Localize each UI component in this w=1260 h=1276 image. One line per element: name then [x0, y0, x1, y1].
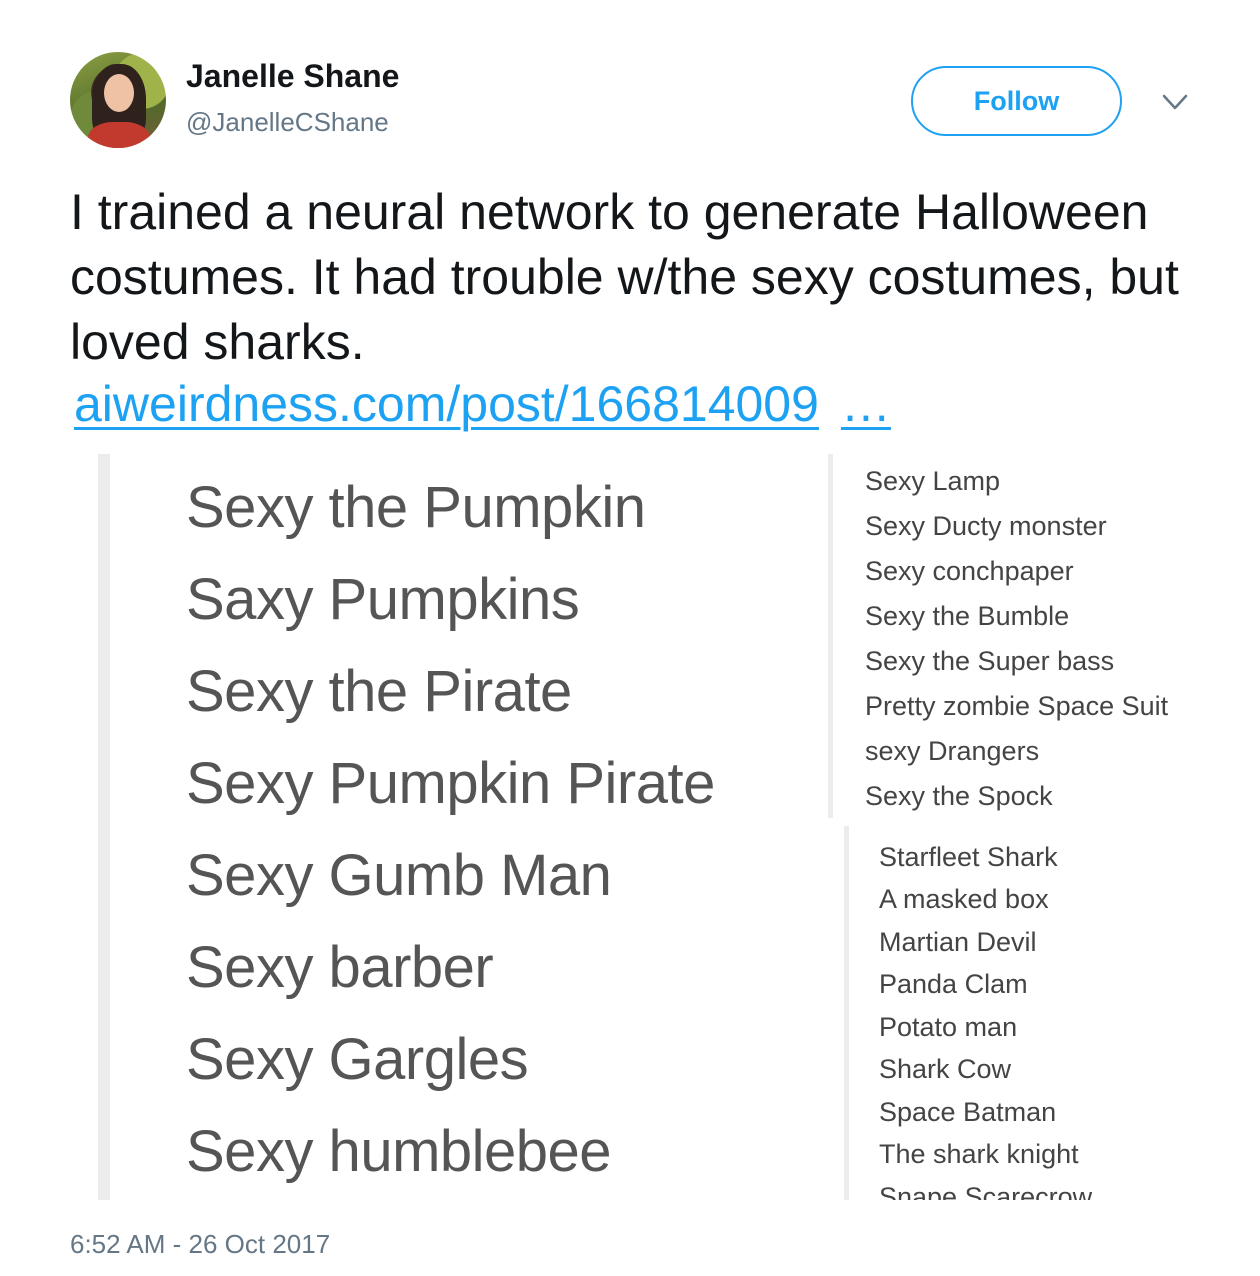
- list-item: Sexy Gumb Man: [186, 843, 612, 908]
- follow-button[interactable]: Follow: [911, 66, 1122, 136]
- list-item: Sexy conchpaper: [865, 556, 1074, 586]
- avatar-shirt: [88, 122, 150, 148]
- list-item: Sexy Lamp: [865, 466, 1001, 496]
- list-item: Shark Cow: [879, 1054, 1012, 1084]
- list-item: Sexy Gargles: [186, 1027, 529, 1092]
- list-item: sexy Drangers: [865, 736, 1040, 766]
- list-item: Sexy the Pirate: [186, 659, 572, 724]
- chevron-down-icon[interactable]: [1160, 88, 1190, 116]
- list-item: Sexy barber: [186, 935, 494, 1000]
- list-item: Sexy the Spock: [865, 781, 1053, 811]
- list-item: Sexy Pumpkin Pirate: [186, 751, 715, 816]
- list-item: Saxy Pumpkins: [186, 567, 580, 632]
- media-right-top-list: Sexy Lamp Sexy Ducty monster Sexy conchp…: [828, 454, 1208, 818]
- avatar-face: [104, 74, 134, 112]
- list-item: Snape Scarecrow: [879, 1182, 1093, 1200]
- author-handle[interactable]: @JanelleCShane: [186, 107, 389, 138]
- list-item: Sexy the Bumble: [865, 601, 1070, 631]
- list-item: Space Batman: [879, 1097, 1057, 1127]
- tweet-link-row: aiweirdness.com/post/166814009 …: [74, 374, 891, 434]
- tweet-link[interactable]: aiweirdness.com/post/166814009: [74, 376, 819, 432]
- list-item: A masked box: [879, 884, 1049, 914]
- list-item: Sexy Ducty monster: [865, 511, 1107, 541]
- tweet-timestamp[interactable]: 6:52 AM - 26 Oct 2017: [70, 1229, 330, 1260]
- list-item: Martian Devil: [879, 927, 1037, 957]
- list-item: Sexy humblebee: [186, 1119, 612, 1184]
- author-name[interactable]: Janelle Shane: [186, 58, 399, 95]
- list-item: Pretty zombie Space Suit: [865, 691, 1169, 721]
- avatar[interactable]: [70, 52, 166, 148]
- list-item: Sexy the Super bass: [865, 646, 1115, 676]
- list-item: The shark knight: [879, 1139, 1079, 1169]
- media-right-bottom-list: Starfleet Shark A masked box Martian Dev…: [844, 826, 1184, 1200]
- list-item: Sexy the Pumpkin: [186, 475, 646, 540]
- media-left-list: Sexy the Pumpkin Saxy Pumpkins Sexy the …: [98, 454, 826, 1200]
- list-item: Starfleet Shark: [879, 842, 1058, 872]
- tweet-media-image[interactable]: Sexy the Pumpkin Saxy Pumpkins Sexy the …: [98, 454, 1208, 1200]
- list-item: Panda Clam: [879, 969, 1028, 999]
- tweet-text: I trained a neural network to generate H…: [70, 184, 1179, 370]
- tweet-link-ellipsis[interactable]: …: [841, 376, 891, 432]
- list-item: Potato man: [879, 1012, 1018, 1042]
